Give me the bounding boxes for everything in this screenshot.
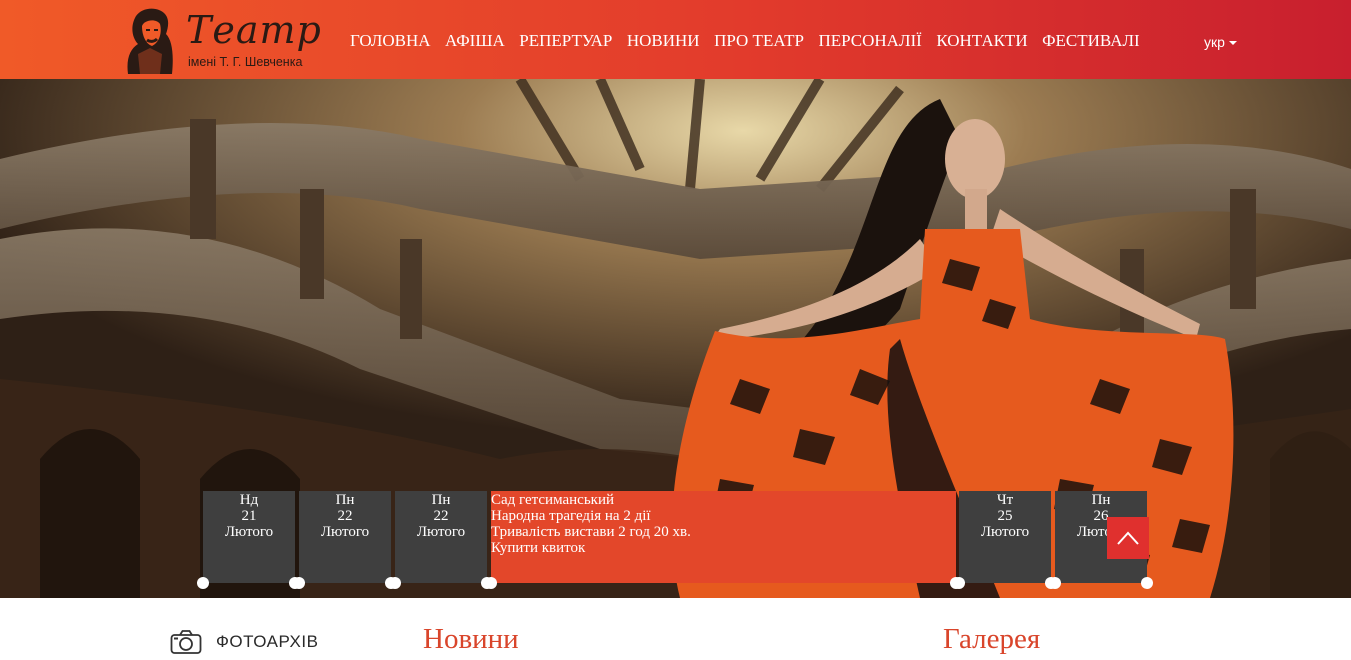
day-weekday: Нд xyxy=(239,492,259,508)
shevchenko-portrait-icon xyxy=(127,8,173,74)
day-number: 21 xyxy=(241,508,257,524)
logo-subtitle: імені Т. Г. Шевченка xyxy=(188,55,303,69)
event-card: Сад гетсиманський Народна трагедія на 2 … xyxy=(485,491,962,589)
event-duration: Тривалість вистави 2 год 20 хв. xyxy=(491,524,691,540)
day-number: 22 xyxy=(337,508,353,524)
day-month: Лютого xyxy=(320,524,370,540)
day-month: Лютого xyxy=(980,524,1030,540)
caret-down-icon xyxy=(1228,41,1237,46)
day-weekday: Пн xyxy=(1091,492,1111,508)
day-weekday: Пн xyxy=(431,492,451,508)
site-header: Театр імені Т. Г. Шевченка ГОЛОВНА АФІША… xyxy=(0,0,1351,79)
photo-archive-link[interactable]: ФОТОАРХІВ xyxy=(170,629,318,655)
nav-contacts[interactable]: КОНТАКТИ xyxy=(936,31,1027,51)
camera-icon xyxy=(170,630,202,654)
language-selector[interactable]: укр xyxy=(1204,34,1237,50)
nav-festivals[interactable]: ФЕСТИВАЛІ xyxy=(1042,31,1140,51)
nav-playbill[interactable]: АФІША xyxy=(445,31,505,51)
main-nav: ГОЛОВНА АФІША РЕПЕРТУАР НОВИНИ ПРО ТЕАТР… xyxy=(350,31,1154,51)
nav-people[interactable]: ПЕРСОНАЛІЇ xyxy=(818,31,921,51)
theatre-logo[interactable]: Театр імені Т. Г. Шевченка xyxy=(120,4,321,76)
day-month: Лютого xyxy=(224,524,274,540)
event-genre: Народна трагедія на 2 дії xyxy=(491,508,651,524)
gallery-heading: Галерея xyxy=(943,623,1041,655)
logo-title: Театр xyxy=(186,8,322,52)
nav-repertoire[interactable]: РЕПЕРТУАР xyxy=(519,31,612,51)
buy-ticket-link[interactable]: Купити квиток xyxy=(491,540,956,556)
nav-news[interactable]: НОВИНИ xyxy=(627,31,700,51)
news-heading: Новини xyxy=(423,623,519,655)
nav-home[interactable]: ГОЛОВНА xyxy=(350,31,431,51)
day-month: Лютого xyxy=(416,524,466,540)
schedule-day[interactable]: Нд 21 Лютого xyxy=(197,491,301,589)
schedule-day[interactable]: Чт 25 Лютого xyxy=(953,491,1057,589)
photo-archive-label: ФОТОАРХІВ xyxy=(216,632,319,651)
event-title[interactable]: Сад гетсиманський xyxy=(491,492,956,508)
schedule-day[interactable]: Пн 22 Лютого xyxy=(293,491,397,589)
chevron-up-icon xyxy=(1117,531,1139,545)
nav-about[interactable]: ПРО ТЕАТР xyxy=(714,31,804,51)
day-number: 25 xyxy=(997,508,1013,524)
scroll-to-top-button[interactable] xyxy=(1107,517,1149,559)
day-weekday: Пн xyxy=(335,492,355,508)
day-weekday: Чт xyxy=(996,492,1014,508)
day-number: 22 xyxy=(433,508,449,524)
schedule-day[interactable]: Пн 22 Лютого xyxy=(389,491,493,589)
language-label: укр xyxy=(1204,34,1225,50)
